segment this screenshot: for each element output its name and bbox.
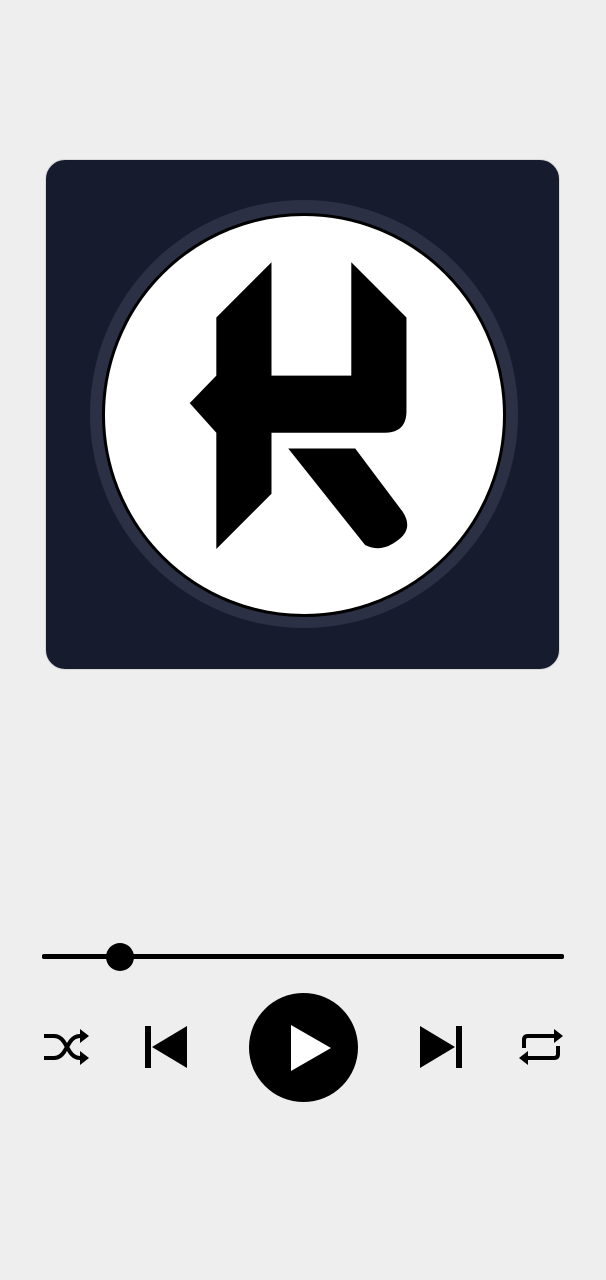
- play-icon: [291, 1025, 331, 1071]
- skip-previous-icon: [145, 1026, 187, 1068]
- seek-thumb[interactable]: [106, 943, 135, 971]
- artwork-disc: [102, 213, 506, 617]
- skip-next-icon: [420, 1026, 462, 1068]
- letter-r-logo-icon: [189, 262, 408, 549]
- previous-button[interactable]: [143, 1024, 189, 1070]
- seek-bar[interactable]: [42, 943, 564, 973]
- shuffle-button[interactable]: [42, 1028, 90, 1066]
- shuffle-icon: [44, 1029, 89, 1065]
- next-button[interactable]: [418, 1024, 464, 1070]
- play-button[interactable]: [249, 993, 358, 1102]
- playback-controls: [0, 990, 606, 1106]
- repeat-button[interactable]: [518, 1028, 564, 1066]
- album-artwork: [45, 159, 560, 670]
- repeat-icon: [519, 1029, 563, 1065]
